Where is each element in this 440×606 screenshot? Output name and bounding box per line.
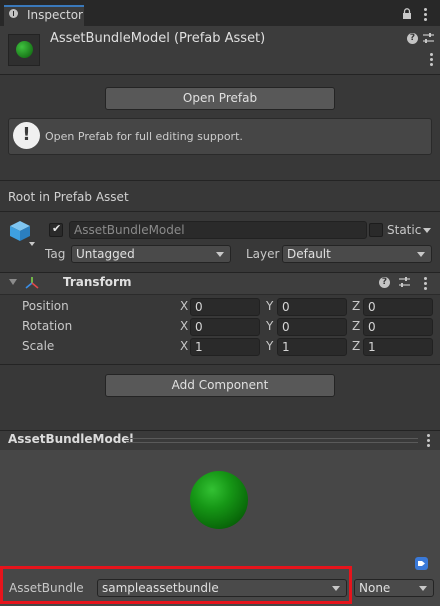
rotation-label: Rotation — [22, 319, 73, 333]
static-checkbox[interactable] — [369, 223, 383, 237]
tag-label: Tag — [45, 247, 66, 261]
divider — [0, 211, 440, 212]
root-in-prefab-label: Root in Prefab Asset — [8, 190, 129, 204]
active-checkbox[interactable]: ✔ — [49, 222, 63, 237]
axis-x-label[interactable]: X — [180, 299, 188, 313]
layer-dropdown[interactable]: Default — [282, 245, 432, 263]
chevron-down-icon — [216, 252, 224, 257]
open-prefab-button[interactable]: Open Prefab — [105, 87, 335, 110]
rotation-x-field[interactable]: 0 — [190, 318, 260, 336]
tab-inspector-label: Inspector — [27, 8, 83, 22]
help-text: Open Prefab for full editing support. — [45, 130, 243, 143]
transform-menu-icon[interactable] — [424, 277, 427, 290]
rotation-y-field[interactable]: 0 — [277, 318, 347, 336]
help-icon[interactable]: ? — [407, 33, 418, 44]
sphere-thumbnail-icon — [16, 41, 33, 58]
static-label: Static — [387, 223, 422, 237]
preview-menu-icon[interactable] — [427, 434, 430, 447]
transform-presets-icon[interactable] — [399, 276, 410, 288]
axis-z-label[interactable]: Z — [352, 319, 360, 333]
transform-title: Transform — [63, 275, 132, 289]
transform-help-icon[interactable]: ? — [379, 277, 390, 288]
axis-x-label[interactable]: X — [180, 339, 188, 353]
axis-y-label[interactable]: Y — [266, 319, 273, 333]
asset-bundle-variant-dropdown[interactable]: None — [354, 579, 434, 597]
static-dropdown-arrow-icon[interactable] — [423, 228, 431, 233]
scale-label: Scale — [22, 339, 55, 353]
highlight-box — [0, 566, 352, 604]
checkmark-icon: ✔ — [52, 222, 62, 235]
variant-value: None — [359, 581, 391, 595]
sphere-preview — [190, 471, 248, 529]
preview-title: AssetBundleModel — [8, 432, 134, 446]
info-icon — [9, 9, 18, 18]
chevron-down-icon — [419, 586, 427, 591]
divider — [0, 364, 440, 365]
layer-label: Layer — [246, 247, 280, 261]
position-z-field[interactable]: 0 — [363, 298, 433, 316]
preview-drag-handle[interactable] — [126, 438, 418, 443]
gameobject-name-field[interactable]: AssetBundleModel — [69, 221, 367, 239]
icon-dropdown-arrow-icon[interactable] — [29, 242, 35, 246]
add-component-button[interactable]: Add Component — [105, 374, 335, 397]
asset-title: AssetBundleModel (Prefab Asset) — [50, 31, 266, 46]
layer-value: Default — [287, 247, 331, 261]
axis-z-label[interactable]: Z — [352, 339, 360, 353]
header-menu-icon[interactable] — [430, 53, 433, 66]
scale-y-field[interactable]: 1 — [277, 338, 347, 356]
position-label: Position — [22, 299, 69, 313]
lock-icon[interactable] — [402, 8, 412, 19]
scale-z-field[interactable]: 1 — [363, 338, 433, 356]
window-menu-icon[interactable] — [424, 8, 427, 21]
transform-icon — [25, 276, 39, 290]
divider — [0, 180, 440, 181]
axis-x-label[interactable]: X — [180, 319, 188, 333]
tag-value: Untagged — [76, 247, 135, 261]
tag-icon[interactable] — [415, 557, 428, 570]
position-x-field[interactable]: 0 — [190, 298, 260, 316]
axis-z-label[interactable]: Z — [352, 299, 360, 313]
warning-icon — [13, 122, 40, 149]
foldout-arrow-icon[interactable] — [9, 279, 17, 285]
presets-icon[interactable] — [423, 32, 434, 44]
tag-dropdown[interactable]: Untagged — [71, 245, 231, 263]
position-y-field[interactable]: 0 — [277, 298, 347, 316]
axis-y-label[interactable]: Y — [266, 339, 273, 353]
scale-x-field[interactable]: 1 — [190, 338, 260, 356]
axis-y-label[interactable]: Y — [266, 299, 273, 313]
rotation-z-field[interactable]: 0 — [363, 318, 433, 336]
gameobject-cube-icon — [9, 220, 31, 242]
chevron-down-icon — [417, 252, 425, 257]
